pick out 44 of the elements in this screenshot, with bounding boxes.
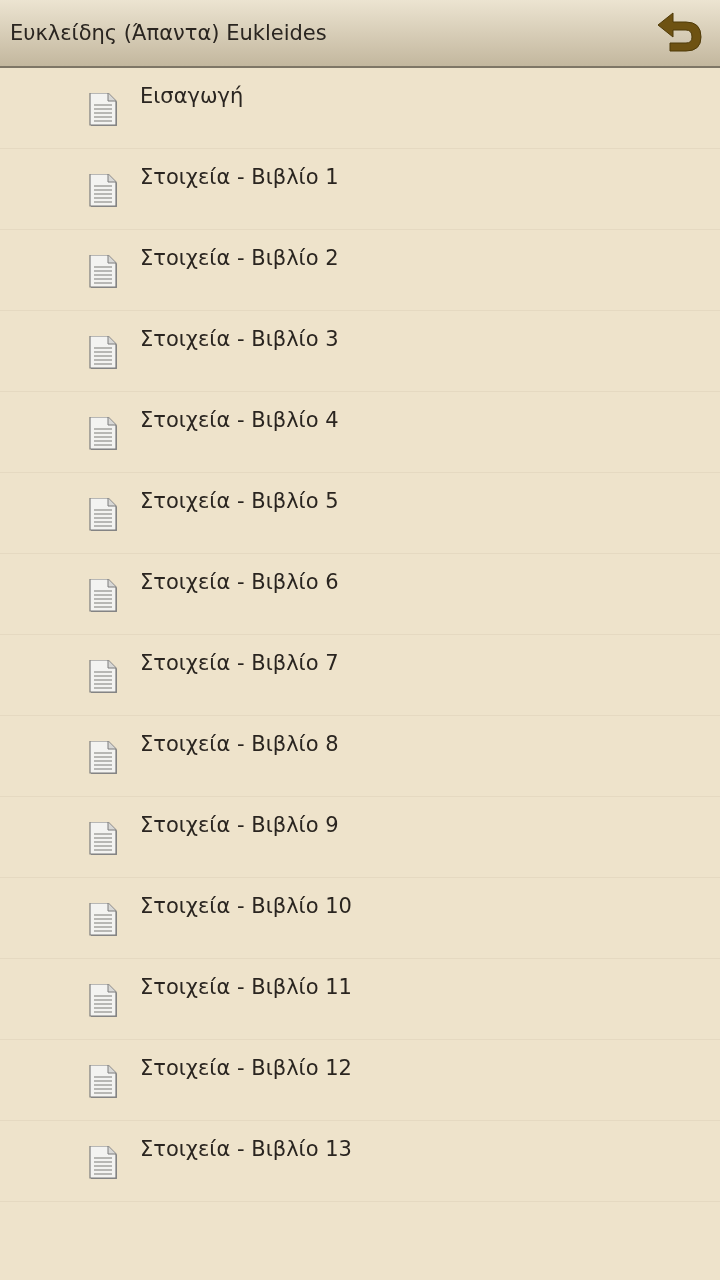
document-icon — [89, 255, 119, 289]
back-icon[interactable] — [656, 10, 702, 52]
chapter-title: Στοιχεία - Βιβλίο 10 — [140, 894, 352, 918]
chapter-list-item[interactable]: Στοιχεία - Βιβλίο 2 — [0, 230, 720, 311]
chapter-title: Στοιχεία - Βιβλίο 1 — [140, 165, 339, 189]
chapter-list-item[interactable]: Στοιχεία - Βιβλίο 8 — [0, 716, 720, 797]
chapter-title: Εισαγωγή — [140, 84, 244, 108]
chapter-list-item[interactable]: Στοιχεία - Βιβλίο 6 — [0, 554, 720, 635]
chapter-list-item[interactable]: Στοιχεία - Βιβλίο 3 — [0, 311, 720, 392]
chapter-list-item[interactable]: Εισαγωγή — [0, 68, 720, 149]
document-icon — [89, 1146, 119, 1180]
chapter-title: Στοιχεία - Βιβλίο 5 — [140, 489, 339, 513]
chapter-title: Στοιχεία - Βιβλίο 2 — [140, 246, 339, 270]
document-icon — [89, 822, 119, 856]
document-icon — [89, 984, 119, 1018]
document-icon — [89, 417, 119, 451]
chapter-title: Στοιχεία - Βιβλίο 4 — [140, 408, 339, 432]
chapter-title: Στοιχεία - Βιβλίο 6 — [140, 570, 339, 594]
chapter-list-item[interactable]: Στοιχεία - Βιβλίο 1 — [0, 149, 720, 230]
document-icon — [89, 741, 119, 775]
chapter-title: Στοιχεία - Βιβλίο 11 — [140, 975, 352, 999]
chapter-title: Στοιχεία - Βιβλίο 3 — [140, 327, 339, 351]
document-icon — [89, 903, 119, 937]
chapter-title: Στοιχεία - Βιβλίο 7 — [140, 651, 339, 675]
chapter-list-item[interactable]: Στοιχεία - Βιβλίο 5 — [0, 473, 720, 554]
document-icon — [89, 336, 119, 370]
chapter-list-item[interactable]: Στοιχεία - Βιβλίο 7 — [0, 635, 720, 716]
chapter-list-item[interactable]: Στοιχεία - Βιβλίο 10 — [0, 878, 720, 959]
document-icon — [89, 93, 119, 127]
chapter-title: Στοιχεία - Βιβλίο 8 — [140, 732, 339, 756]
chapter-list-item[interactable]: Στοιχεία - Βιβλίο 4 — [0, 392, 720, 473]
chapter-list-item[interactable]: Στοιχεία - Βιβλίο 11 — [0, 959, 720, 1040]
chapter-title: Στοιχεία - Βιβλίο 9 — [140, 813, 339, 837]
chapter-list-item[interactable]: Στοιχεία - Βιβλίο 13 — [0, 1121, 720, 1202]
chapter-list-item[interactable]: Στοιχεία - Βιβλίο 9 — [0, 797, 720, 878]
document-icon — [89, 660, 119, 694]
document-icon — [89, 1065, 119, 1099]
chapter-title: Στοιχεία - Βιβλίο 13 — [140, 1137, 352, 1161]
chapter-title: Στοιχεία - Βιβλίο 12 — [140, 1056, 352, 1080]
document-icon — [89, 174, 119, 208]
chapter-list-item[interactable]: Στοιχεία - Βιβλίο 12 — [0, 1040, 720, 1121]
page-title: Ευκλείδης (Άπαντα) Eukleides — [10, 21, 327, 45]
document-icon — [89, 498, 119, 532]
document-icon — [89, 579, 119, 613]
